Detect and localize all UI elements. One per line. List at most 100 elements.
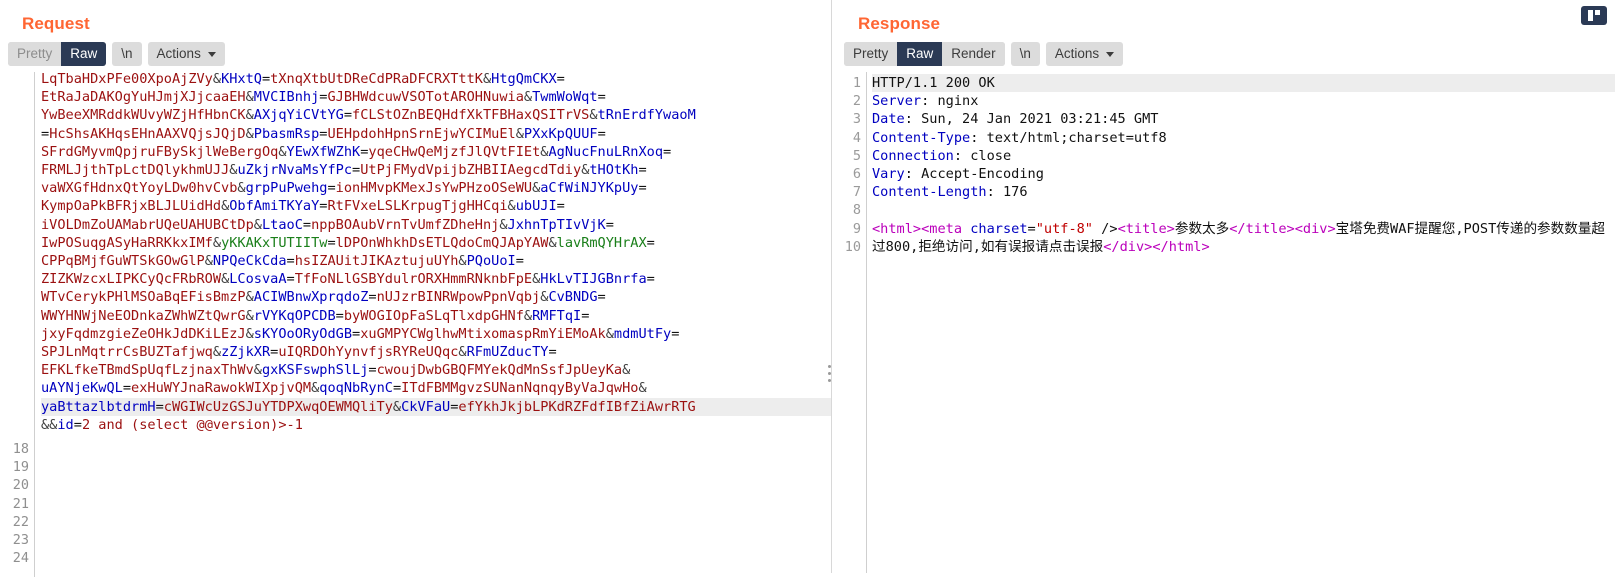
code-token: gxKSFswphSlLj <box>261 362 369 379</box>
code-token: NPQeCkCda <box>212 253 287 270</box>
code-token: /> <box>1093 220 1118 237</box>
request-code-line: =HcShsAKHqsEHnAAXVQjsJQjD&PbasmRsp=UEHpd… <box>41 125 831 143</box>
code-token: = <box>638 180 647 197</box>
code-token: AXjqYiCVtYG <box>253 107 344 124</box>
code-token: = <box>597 289 606 306</box>
request-code-line: EtRaJaDAKOgYuHJmjXJjcaaEH&MVCIBnhj=GJBHW… <box>41 88 831 106</box>
request-actions-button[interactable]: Actions <box>147 42 225 66</box>
request-newline-toggle[interactable]: \n <box>112 42 142 66</box>
request-code-area[interactable]: 18 19 20 21 22 23 24 LqTbaHDxPFe00XpoAjZVy&KHx… <box>0 72 831 577</box>
code-token: text/html;charset=utf8 <box>978 129 1167 146</box>
request-view-mode-group[interactable]: Pretty Raw <box>8 42 107 66</box>
code-token: = <box>327 234 336 251</box>
line-number: 4 <box>852 129 861 146</box>
code-token: = <box>73 416 82 433</box>
request-actions-label: Actions <box>156 46 201 61</box>
request-tab-pretty[interactable]: Pretty <box>8 42 62 66</box>
code-token: = <box>261 72 271 87</box>
request-code-line: WTvCerykPHlMSOaBqEFisBmzP&ACIWBnwXprqdoZ… <box>41 288 831 306</box>
response-panel: Response Pretty Raw Render \n Actions 1 2… <box>831 0 1615 573</box>
request-code-line: SPJLnMqtrrCsBUZTafjwq&zZjkXR=uIQRDOhYynv… <box>41 343 831 361</box>
code-token: : <box>904 166 913 183</box>
line-number: 22 <box>12 513 29 530</box>
request-tab-raw[interactable]: Raw <box>61 42 107 66</box>
response-actions-button[interactable]: Actions <box>1045 42 1124 66</box>
code-token: nppBOAubVrnTvUmfZDheHnj <box>311 216 500 233</box>
code-token: uAYNjeKwQL <box>41 380 123 397</box>
code-token: & <box>212 72 222 87</box>
code-token: = <box>597 125 606 142</box>
code-token: exHuWYJnaRawokWIXpjvQM <box>131 380 312 397</box>
code-token: = <box>368 362 377 379</box>
code-token: & <box>638 380 647 397</box>
code-token: WTvCerykPHlMSOaBqEFisBmzP <box>41 289 246 306</box>
code-token: byWOGIOpFaSLqTlxdpGHNf <box>343 307 524 324</box>
code-token: nginx <box>929 93 979 110</box>
code-token: RtFVxeLSLKrpugTjgHHCqi <box>327 198 508 215</box>
code-token: & <box>589 107 598 124</box>
code-token: </html> <box>1152 238 1210 255</box>
code-token: & <box>245 107 254 124</box>
code-token: YEwXfWZhK <box>286 143 361 160</box>
request-code-line: LqTbaHDxPFe00XpoAjZVy&KHxtQ=tXnqXtbUtDRe… <box>41 72 831 88</box>
code-token: = <box>638 162 647 179</box>
response-newline-toggle[interactable]: \n <box>1010 42 1040 66</box>
response-code-area[interactable]: 1 2 3 4 5 6 7 8 9 10 HTTP/1.1 200 OK Server: nginx… <box>832 72 1615 573</box>
code-token: & <box>499 216 508 233</box>
code-token: FRMLJjthTpLctDQlykhmUJJ <box>41 162 230 179</box>
code-token: UtPjFMydVpijbZHBIIAegcdTdiy <box>360 162 582 179</box>
code-token: = <box>646 271 655 288</box>
layout-toggle-button[interactable] <box>1581 6 1607 25</box>
code-token: PXxKpQUUF <box>523 125 598 142</box>
line-number: 6 <box>852 165 861 182</box>
code-token: JxhnTpTIvVjK <box>507 216 606 233</box>
code-token: id <box>57 416 74 433</box>
code-token: <div> <box>1294 220 1336 237</box>
code-token: = <box>286 253 295 270</box>
code-token: jxyFqdmzgieZeOHkJdDKiLEzJ <box>41 325 246 342</box>
code-token: & <box>245 89 254 106</box>
code-token: = <box>327 180 336 197</box>
response-view-mode-group[interactable]: Pretty Raw Render <box>844 42 1005 66</box>
gutter-spacer <box>0 74 29 440</box>
code-token: & <box>622 362 631 379</box>
code-token: xuGMPYCWglhwMtixomaspRmYiEMoAk <box>360 325 606 342</box>
code-token: qoqNbRynC <box>319 380 393 397</box>
code-token: tXnqXtbUtDReCdPRaDFCRXTttK <box>270 72 483 87</box>
split-view-icon-secondary <box>1595 10 1600 15</box>
code-token: Content-Length <box>872 184 987 201</box>
code-token: fCLStOZnBEQHdfXkTFBHaxQSITrVS <box>352 107 590 124</box>
code-token: "utf-8" <box>1035 220 1093 237</box>
response-tab-pretty[interactable]: Pretty <box>844 42 898 66</box>
response-tab-render[interactable]: Render <box>942 42 1005 66</box>
code-token: = <box>597 89 606 106</box>
response-actions-label: Actions <box>1054 46 1100 61</box>
response-tab-raw[interactable]: Raw <box>897 42 943 66</box>
code-token: = <box>41 125 50 142</box>
code-token: : <box>953 147 963 164</box>
code-token: HtgQmCKX <box>491 72 557 87</box>
code-token: mdmUtFy <box>613 325 672 342</box>
response-body-code[interactable]: HTTP/1.1 200 OK Server: nginx Date: Sun, 2… <box>866 72 1615 573</box>
request-panel: Request Pretty Raw \n Actions 18 19 20 21 22… <box>0 0 831 577</box>
code-token: tHOtKh <box>589 162 639 179</box>
code-token: EFKLfkeTBmdSpUqfLzjnaxThWv <box>41 362 254 379</box>
code-token: SPJLnMqtrrCsBUZTafjwq <box>41 344 213 361</box>
request-code-line: ZIZKWzcxLIPKCyQcFRbROW&LCosvaA=TfFoNLlGS… <box>41 270 831 288</box>
request-code-line: vaWXGfHdnxQtYoyLDw0hvCvb&grpPuPwehg=ionH… <box>41 179 831 197</box>
request-title: Request <box>22 14 90 33</box>
response-header-line: Content-Length: 176 <box>872 183 1615 201</box>
code-token: CkVFaU <box>401 398 451 415</box>
code-token: KHxtQ <box>221 72 262 87</box>
code-token: aCfWiNJYKpUy <box>540 180 639 197</box>
response-header-line: Server: nginx <box>872 92 1615 110</box>
code-token: uIQRDOhYynvfjsRYReUQqc <box>278 344 459 361</box>
request-body-code[interactable]: LqTbaHDxPFe00XpoAjZVy&KHxtQ=tXnqXtbUtDRe… <box>34 72 831 577</box>
code-token: iVOLDmZoUAMabrUQeUAHUBCtDp <box>41 216 254 233</box>
code-token: & <box>245 125 254 142</box>
code-token: ZIZKWzcxLIPKCyQcFRbROW <box>41 271 222 288</box>
request-code-line: &&id=2 and (select @@version)>-1 <box>41 416 831 434</box>
code-token: <html> <box>872 220 922 237</box>
code-token: 2 and (select @@version)>-1 <box>81 416 303 433</box>
response-gutter: 1 2 3 4 5 6 7 8 9 10 <box>832 72 866 573</box>
